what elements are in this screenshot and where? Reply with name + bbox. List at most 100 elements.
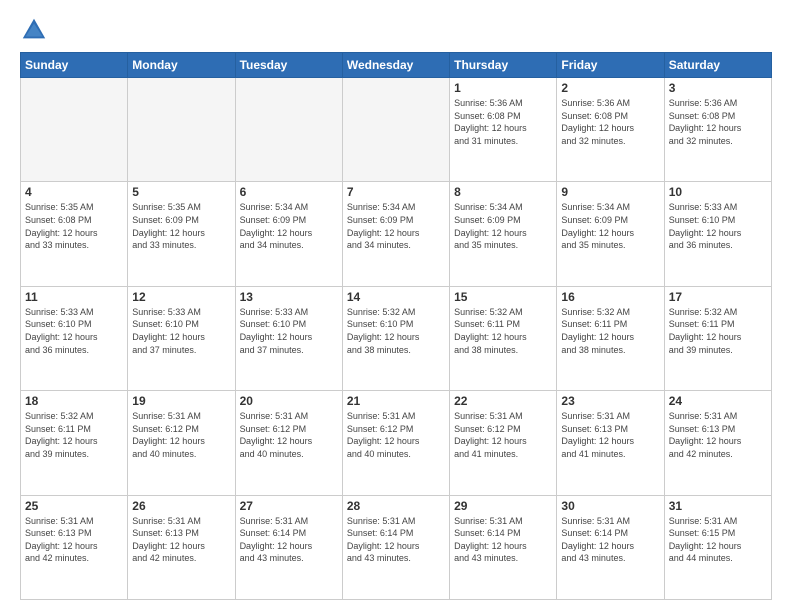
calendar-cell: 27 Sunrise: 5:31 AM Sunset: 6:14 PM Dayli… <box>235 495 342 599</box>
day-number: 13 <box>240 290 338 304</box>
calendar-cell <box>342 78 449 182</box>
day-info: Sunrise: 5:32 AM Sunset: 6:10 PM Dayligh… <box>347 306 445 356</box>
day-number: 28 <box>347 499 445 513</box>
day-number: 21 <box>347 394 445 408</box>
day-info: Sunrise: 5:33 AM Sunset: 6:10 PM Dayligh… <box>25 306 123 356</box>
calendar-cell: 15Sunrise: 5:32 AM Sunset: 6:11 PM Dayli… <box>450 286 557 390</box>
day-number: 4 <box>25 185 123 199</box>
day-info: Sunrise: 5:35 AM Sunset: 6:08 PM Dayligh… <box>25 201 123 251</box>
calendar-cell: 30 Sunrise: 5:31 AM Sunset: 6:14 PM Dayli… <box>557 495 664 599</box>
day-number: 10 <box>669 185 767 199</box>
day-number: 18 <box>25 394 123 408</box>
calendar-cell: 1 Sunrise: 5:36 AM Sunset: 6:08 PM Daylig… <box>450 78 557 182</box>
calendar-cell: 21 Sunrise: 5:31 AM Sunset: 6:12 PM Dayli… <box>342 391 449 495</box>
day-info: Sunrise: 5:31 AM Sunset: 6:13 PM Dayligh… <box>25 515 123 565</box>
day-number: 14 <box>347 290 445 304</box>
day-number: 23 <box>561 394 659 408</box>
calendar-header-saturday: Saturday <box>664 53 771 78</box>
day-info: Sunrise: 5:31 AM Sunset: 6:14 PM Dayligh… <box>347 515 445 565</box>
day-number: 26 <box>132 499 230 513</box>
day-number: 24 <box>669 394 767 408</box>
day-info: Sunrise: 5:31 AM Sunset: 6:14 PM Dayligh… <box>454 515 552 565</box>
logo <box>20 16 52 44</box>
day-number: 3 <box>669 81 767 95</box>
calendar-cell: 2 Sunrise: 5:36 AM Sunset: 6:08 PM Daylig… <box>557 78 664 182</box>
calendar-cell: 25 Sunrise: 5:31 AM Sunset: 6:13 PM Dayli… <box>21 495 128 599</box>
calendar-cell: 5 Sunrise: 5:35 AM Sunset: 6:09 PM Daylig… <box>128 182 235 286</box>
calendar-cell: 13 Sunrise: 5:33 AM Sunset: 6:10 PM Dayli… <box>235 286 342 390</box>
day-number: 27 <box>240 499 338 513</box>
day-number: 30 <box>561 499 659 513</box>
day-number: 25 <box>25 499 123 513</box>
header <box>20 16 772 44</box>
day-info: Sunrise: 5:33 AM Sunset: 6:10 PM Dayligh… <box>240 306 338 356</box>
calendar-cell: 11 Sunrise: 5:33 AM Sunset: 6:10 PM Dayli… <box>21 286 128 390</box>
calendar-cell: 26 Sunrise: 5:31 AM Sunset: 6:13 PM Dayli… <box>128 495 235 599</box>
calendar-cell: 12 Sunrise: 5:33 AM Sunset: 6:10 PM Dayli… <box>128 286 235 390</box>
calendar-cell: 9Sunrise: 5:34 AM Sunset: 6:09 PM Daylig… <box>557 182 664 286</box>
calendar-week-row: 11 Sunrise: 5:33 AM Sunset: 6:10 PM Dayli… <box>21 286 772 390</box>
day-number: 20 <box>240 394 338 408</box>
day-info: Sunrise: 5:31 AM Sunset: 6:13 PM Dayligh… <box>561 410 659 460</box>
day-info: Sunrise: 5:31 AM Sunset: 6:12 PM Dayligh… <box>240 410 338 460</box>
day-info: Sunrise: 5:31 AM Sunset: 6:14 PM Dayligh… <box>561 515 659 565</box>
day-info: Sunrise: 5:35 AM Sunset: 6:09 PM Dayligh… <box>132 201 230 251</box>
calendar-cell: 24Sunrise: 5:31 AM Sunset: 6:13 PM Dayli… <box>664 391 771 495</box>
day-number: 7 <box>347 185 445 199</box>
calendar-cell: 14 Sunrise: 5:32 AM Sunset: 6:10 PM Dayli… <box>342 286 449 390</box>
day-info: Sunrise: 5:34 AM Sunset: 6:09 PM Dayligh… <box>454 201 552 251</box>
calendar-week-row: 1 Sunrise: 5:36 AM Sunset: 6:08 PM Daylig… <box>21 78 772 182</box>
calendar-header-monday: Monday <box>128 53 235 78</box>
day-number: 31 <box>669 499 767 513</box>
day-number: 11 <box>25 290 123 304</box>
calendar-week-row: 25 Sunrise: 5:31 AM Sunset: 6:13 PM Dayli… <box>21 495 772 599</box>
day-info: Sunrise: 5:36 AM Sunset: 6:08 PM Dayligh… <box>669 97 767 147</box>
day-number: 2 <box>561 81 659 95</box>
calendar-header-tuesday: Tuesday <box>235 53 342 78</box>
calendar-cell: 19 Sunrise: 5:31 AM Sunset: 6:12 PM Dayli… <box>128 391 235 495</box>
day-number: 29 <box>454 499 552 513</box>
day-number: 15 <box>454 290 552 304</box>
day-info: Sunrise: 5:36 AM Sunset: 6:08 PM Dayligh… <box>561 97 659 147</box>
day-info: Sunrise: 5:36 AM Sunset: 6:08 PM Dayligh… <box>454 97 552 147</box>
day-info: Sunrise: 5:31 AM Sunset: 6:12 PM Dayligh… <box>454 410 552 460</box>
day-info: Sunrise: 5:31 AM Sunset: 6:12 PM Dayligh… <box>347 410 445 460</box>
calendar-cell: 4 Sunrise: 5:35 AM Sunset: 6:08 PM Daylig… <box>21 182 128 286</box>
calendar-header-friday: Friday <box>557 53 664 78</box>
calendar-cell: 31Sunrise: 5:31 AM Sunset: 6:15 PM Dayli… <box>664 495 771 599</box>
day-number: 17 <box>669 290 767 304</box>
calendar-cell: 8 Sunrise: 5:34 AM Sunset: 6:09 PM Daylig… <box>450 182 557 286</box>
calendar-header-row: SundayMondayTuesdayWednesdayThursdayFrid… <box>21 53 772 78</box>
day-number: 1 <box>454 81 552 95</box>
day-number: 6 <box>240 185 338 199</box>
calendar-cell: 29 Sunrise: 5:31 AM Sunset: 6:14 PM Dayli… <box>450 495 557 599</box>
calendar-cell <box>21 78 128 182</box>
calendar-cell: 3 Sunrise: 5:36 AM Sunset: 6:08 PM Daylig… <box>664 78 771 182</box>
day-number: 22 <box>454 394 552 408</box>
calendar-cell: 22 Sunrise: 5:31 AM Sunset: 6:12 PM Dayli… <box>450 391 557 495</box>
day-number: 19 <box>132 394 230 408</box>
calendar-week-row: 18 Sunrise: 5:32 AM Sunset: 6:11 PM Dayli… <box>21 391 772 495</box>
calendar-cell <box>128 78 235 182</box>
day-info: Sunrise: 5:34 AM Sunset: 6:09 PM Dayligh… <box>561 201 659 251</box>
day-number: 5 <box>132 185 230 199</box>
day-info: Sunrise: 5:32 AM Sunset: 6:11 PM Dayligh… <box>25 410 123 460</box>
day-info: Sunrise: 5:31 AM Sunset: 6:13 PM Dayligh… <box>132 515 230 565</box>
day-number: 16 <box>561 290 659 304</box>
calendar-table: SundayMondayTuesdayWednesdayThursdayFrid… <box>20 52 772 600</box>
day-info: Sunrise: 5:33 AM Sunset: 6:10 PM Dayligh… <box>132 306 230 356</box>
calendar-cell: 23 Sunrise: 5:31 AM Sunset: 6:13 PM Dayli… <box>557 391 664 495</box>
day-info: Sunrise: 5:31 AM Sunset: 6:14 PM Dayligh… <box>240 515 338 565</box>
calendar-header-wednesday: Wednesday <box>342 53 449 78</box>
calendar-cell <box>235 78 342 182</box>
calendar-cell: 10Sunrise: 5:33 AM Sunset: 6:10 PM Dayli… <box>664 182 771 286</box>
calendar-cell: 6Sunrise: 5:34 AM Sunset: 6:09 PM Daylig… <box>235 182 342 286</box>
day-info: Sunrise: 5:34 AM Sunset: 6:09 PM Dayligh… <box>347 201 445 251</box>
day-info: Sunrise: 5:31 AM Sunset: 6:12 PM Dayligh… <box>132 410 230 460</box>
logo-icon <box>20 16 48 44</box>
day-number: 12 <box>132 290 230 304</box>
day-number: 8 <box>454 185 552 199</box>
calendar-cell: 16 Sunrise: 5:32 AM Sunset: 6:11 PM Dayli… <box>557 286 664 390</box>
page: SundayMondayTuesdayWednesdayThursdayFrid… <box>0 0 792 612</box>
day-info: Sunrise: 5:32 AM Sunset: 6:11 PM Dayligh… <box>561 306 659 356</box>
